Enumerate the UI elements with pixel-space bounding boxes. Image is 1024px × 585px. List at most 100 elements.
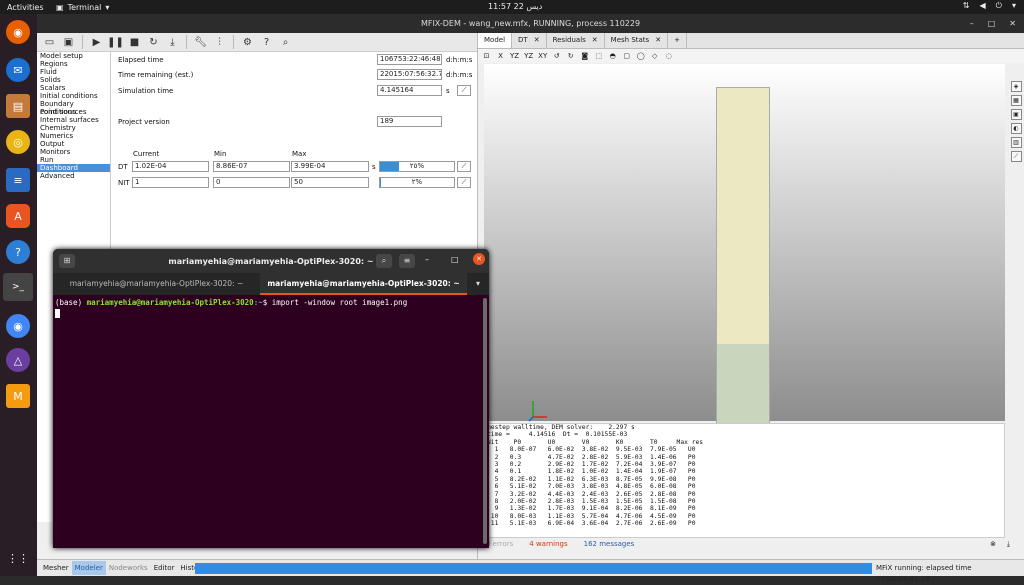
clock[interactable]: 11:57 22 دیس xyxy=(488,2,542,11)
nav-item-initial-conditions[interactable]: Initial conditions xyxy=(37,92,110,100)
tab-model[interactable]: Model xyxy=(478,33,513,48)
writer-icon[interactable]: ≡ xyxy=(6,168,30,192)
nav-item-chemistry[interactable]: Chemistry xyxy=(37,124,110,132)
export-icon[interactable]: ⤓ xyxy=(165,35,180,50)
nav-item-point-sources[interactable]: Point sources xyxy=(37,108,110,116)
close-icon[interactable]: ✕ xyxy=(534,33,540,48)
system-tray[interactable]: ⇅ ◀ ⏻ ▾ xyxy=(963,1,1016,11)
nit-min-field[interactable]: 0 xyxy=(213,177,290,188)
view-xy-icon[interactable]: XY xyxy=(538,52,547,60)
nav-item-boundary-conditions[interactable]: Boundary conditions xyxy=(37,100,110,116)
nav-item-dashboard[interactable]: Dashboard xyxy=(37,164,110,172)
app-grid-icon[interactable]: ⋮⋮ xyxy=(6,546,30,570)
add-tab-button[interactable]: + xyxy=(668,33,687,48)
nav-item-advanced[interactable]: Advanced xyxy=(37,172,110,180)
view-x-icon[interactable]: X xyxy=(496,52,505,60)
close-icon[interactable]: ✕ xyxy=(1009,14,1016,33)
firefox-icon[interactable]: ◉ xyxy=(6,20,30,44)
terminal-tab-1[interactable]: mariamyehia@mariamyehia-OptiPlex-3020: ~ xyxy=(53,273,260,295)
dt-max-field[interactable]: 3.99E-04 xyxy=(291,161,369,172)
wrench-icon[interactable]: 🔧︎ xyxy=(193,35,208,50)
scene-icon[interactable]: ◈ xyxy=(1010,81,1022,92)
plot-simtime-button[interactable]: ⟋ xyxy=(457,85,471,96)
layers-icon[interactable]: ▢ xyxy=(622,52,631,60)
tab-residuals[interactable]: Residuals ✕ xyxy=(546,33,605,48)
simtime-field[interactable]: 4.145164 xyxy=(377,85,442,96)
reset-view-icon[interactable]: ⊡ xyxy=(482,52,491,60)
nit-current-field[interactable]: 1 xyxy=(132,177,209,188)
play-icon[interactable]: ▶ xyxy=(89,35,104,50)
plot-nit-button[interactable]: ⟋ xyxy=(457,177,471,188)
geometry-icon[interactable]: ◯ xyxy=(636,52,645,60)
tab-dt[interactable]: DT ✕ xyxy=(512,33,547,48)
tabs-dropdown-icon[interactable]: ▾ xyxy=(467,273,489,295)
mode-mesher[interactable]: Mesher xyxy=(40,561,72,575)
close-icon[interactable]: ✕ xyxy=(473,253,485,265)
nit-max-field[interactable]: 50 xyxy=(291,177,369,188)
mesh-grid-icon[interactable]: ▦ xyxy=(1010,95,1022,106)
mfix-icon[interactable]: M xyxy=(6,384,30,408)
bounding-box-icon[interactable]: ▣ xyxy=(1010,109,1022,120)
file-icon[interactable]: ▭ xyxy=(42,35,57,50)
pause-icon[interactable]: ❚❚ xyxy=(107,35,124,50)
perspective-icon[interactable]: ⬚ xyxy=(594,52,603,60)
plot-dt-button[interactable]: ⟋ xyxy=(457,161,471,172)
visibility-icon[interactable]: ◓ xyxy=(608,52,617,60)
terminal-tab-2[interactable]: mariamyehia@mariamyehia-OptiPlex-3020: ~ xyxy=(260,273,467,295)
clear-icon[interactable]: ⊗ xyxy=(990,540,996,548)
rotate-right-icon[interactable]: ↻ xyxy=(566,52,575,60)
close-icon[interactable]: ✕ xyxy=(655,33,661,48)
nav-item-run[interactable]: Run xyxy=(37,156,110,164)
nav-item-regions[interactable]: Regions xyxy=(37,60,110,68)
remaining-field[interactable]: 22015:07:56:32.7 xyxy=(377,69,442,80)
solver-console[interactable]: mestep walltime, DEM solver: 2.297 s tim… xyxy=(484,423,1005,538)
reset-icon[interactable]: ↻ xyxy=(146,35,161,50)
menu-icon[interactable]: ≡ xyxy=(399,254,415,268)
scroll-icon[interactable]: ⤓ xyxy=(1007,540,1010,549)
tab-mesh-stats[interactable]: Mesh Stats ✕ xyxy=(604,33,669,48)
nav-item-solids[interactable]: Solids xyxy=(37,76,110,84)
activities-button[interactable]: Activities xyxy=(0,3,56,12)
software-icon[interactable]: A xyxy=(6,204,30,228)
rotate-left-icon[interactable]: ↺ xyxy=(552,52,561,60)
thunderbird-icon[interactable]: ✉ xyxy=(6,58,30,82)
close-icon[interactable]: ✕ xyxy=(592,33,598,48)
minimize-icon[interactable]: – xyxy=(970,14,974,33)
nav-item-output[interactable]: Output xyxy=(37,140,110,148)
warnings-count[interactable]: 4 warnings xyxy=(529,540,567,552)
stop-icon[interactable]: ■ xyxy=(127,35,142,50)
maximize-icon[interactable]: □ xyxy=(451,255,459,264)
sliders-icon[interactable]: ⫶ xyxy=(212,35,227,50)
chrome-icon[interactable]: ◉ xyxy=(6,314,30,338)
messages-count[interactable]: 162 messages xyxy=(584,540,635,552)
search-icon[interactable]: ⌕ xyxy=(278,35,293,50)
rhythmbox-icon[interactable]: ◎ xyxy=(6,130,30,154)
lights-icon[interactable]: ◐ xyxy=(1010,123,1022,134)
view-yz-icon[interactable]: YZ xyxy=(510,52,519,60)
terminal-output[interactable]: (base) mariamyehia@mariamyehia-OptiPlex-… xyxy=(53,295,489,323)
save-icon[interactable]: ▣ xyxy=(61,35,76,50)
nav-item-numerics[interactable]: Numerics xyxy=(37,132,110,140)
terminal-scrollbar[interactable] xyxy=(483,298,487,544)
nav-item-fluid[interactable]: Fluid xyxy=(37,68,110,76)
files-icon[interactable]: ▤ xyxy=(6,94,30,118)
version-field[interactable]: 189 xyxy=(377,116,442,127)
color-map-icon[interactable]: ▥ xyxy=(1010,137,1022,148)
minimize-icon[interactable]: – xyxy=(425,255,429,264)
dt-min-field[interactable]: 8.86E-07 xyxy=(213,161,290,172)
screenshot-icon[interactable]: ◙ xyxy=(580,52,589,60)
3d-viewport[interactable] xyxy=(484,64,1005,439)
mode-editor[interactable]: Editor xyxy=(151,561,178,575)
nav-item-model-setup[interactable]: Model setup xyxy=(37,52,110,60)
elapsed-field[interactable]: 106753:22:46:48.2 xyxy=(377,54,442,65)
plot-icon[interactable]: ⟋ xyxy=(1010,151,1022,162)
dt-current-field[interactable]: 1.02E-04 xyxy=(132,161,209,172)
app-menu[interactable]: ▣ Terminal ▾ xyxy=(56,3,109,12)
mode-nodeworks[interactable]: Nodeworks xyxy=(106,561,151,575)
help-icon[interactable]: ? xyxy=(6,240,30,264)
help-icon[interactable]: ? xyxy=(259,35,274,50)
anaconda-icon[interactable]: △ xyxy=(6,348,30,372)
errors-count[interactable]: 0 errors xyxy=(486,540,513,552)
search-icon[interactable]: ⌕ xyxy=(376,254,392,268)
view-yz2-icon[interactable]: YZ xyxy=(524,52,533,60)
